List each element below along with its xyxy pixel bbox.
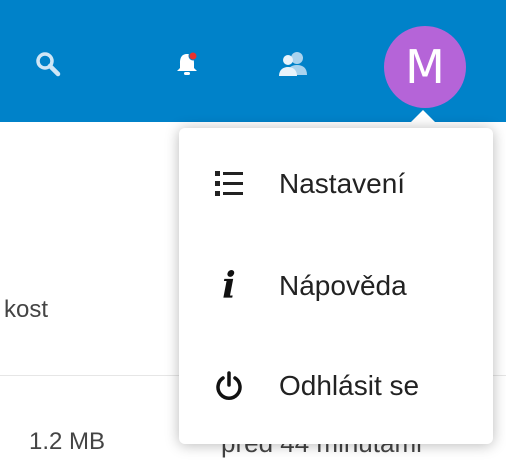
menu-arrow bbox=[405, 110, 441, 128]
contacts-icon[interactable] bbox=[271, 44, 315, 84]
menu-item-logout[interactable]: Odhlásit se bbox=[179, 336, 493, 436]
top-header: M bbox=[0, 0, 506, 122]
menu-item-logout-label: Odhlásit se bbox=[279, 370, 420, 401]
user-avatar[interactable]: M bbox=[384, 26, 466, 108]
menu-item-help[interactable]: i Nápověda bbox=[179, 236, 493, 336]
info-icon: i bbox=[222, 265, 236, 307]
search-icon[interactable] bbox=[30, 46, 66, 82]
menu-item-help-label: Nápověda bbox=[279, 270, 407, 301]
size-column-header[interactable]: kost bbox=[4, 296, 48, 324]
file-size-value: 1.2 MB bbox=[29, 428, 106, 455]
settings-list-icon bbox=[179, 171, 279, 197]
user-menu: Nastavení i Nápověda Odhlásit se bbox=[179, 128, 493, 444]
menu-item-settings-label: Nastavení bbox=[279, 168, 406, 199]
power-icon bbox=[179, 371, 279, 401]
avatar-letter: M bbox=[405, 40, 445, 94]
notification-bell-icon[interactable] bbox=[167, 44, 207, 84]
menu-item-settings[interactable]: Nastavení bbox=[179, 134, 493, 234]
